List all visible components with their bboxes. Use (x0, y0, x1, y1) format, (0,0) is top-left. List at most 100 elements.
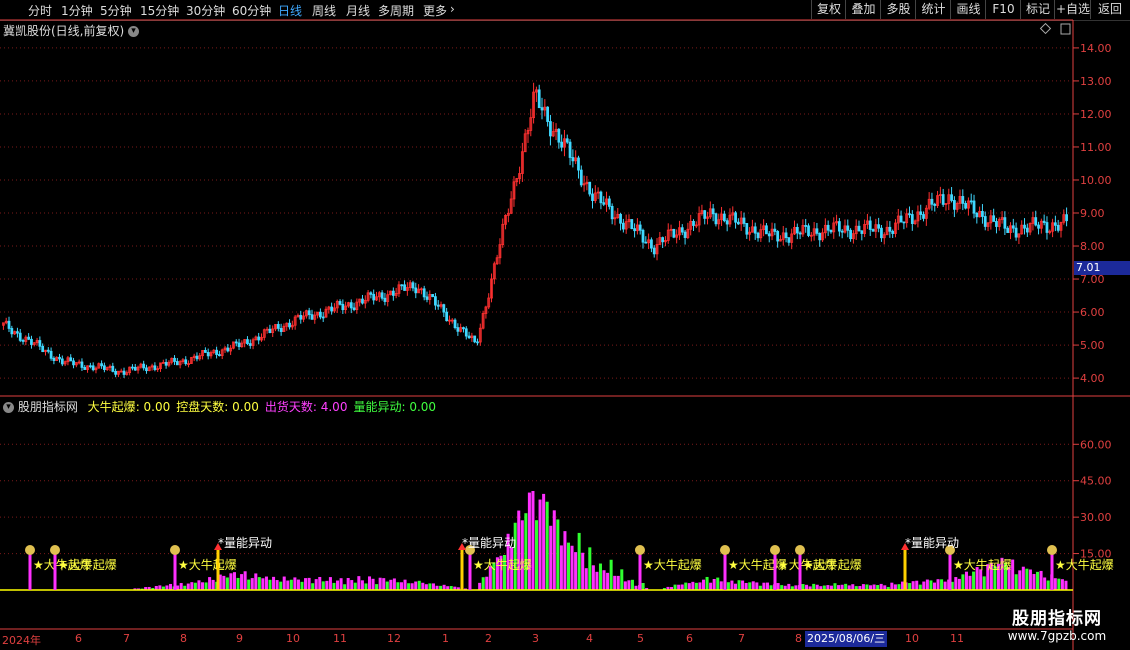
month-label-12: 5 (637, 632, 644, 645)
candle-body (630, 219, 634, 230)
candle-body (767, 233, 771, 237)
indicator-bar (840, 584, 844, 590)
candle-body (703, 210, 707, 219)
indicator-bar (364, 583, 368, 590)
indicator-bar (197, 580, 201, 590)
candle-body (661, 237, 665, 243)
price-axis-label: 6.00 (1080, 306, 1105, 319)
indicator-bar (268, 579, 272, 590)
field-label: 大牛起爆 (87, 400, 136, 414)
candle-body (1045, 222, 1049, 233)
indicator-bar (1025, 568, 1029, 590)
candle-body (725, 220, 729, 225)
bull-signal-label: ★大牛起爆 (1055, 557, 1114, 572)
candle-body (577, 157, 580, 171)
indicator-bar (304, 578, 308, 590)
price-axis-label: 9.00 (1080, 207, 1105, 220)
candle-body (908, 213, 911, 216)
indicator-bar (424, 584, 428, 590)
price-axis-label: 12.00 (1080, 108, 1112, 121)
candle-body (310, 314, 314, 320)
indicator-bar (524, 513, 528, 590)
candle-body (257, 336, 261, 341)
candle-body (826, 224, 830, 231)
indicator-bar (716, 577, 720, 590)
candle-body (206, 352, 210, 357)
candle-body (338, 301, 342, 305)
indicator-bar (321, 581, 325, 590)
candle-body (234, 341, 238, 344)
indicator-bar (325, 580, 329, 590)
indicator-bar (478, 582, 482, 590)
indicator-bar (918, 584, 922, 590)
indicator-bar (801, 584, 805, 590)
candle-body (922, 214, 925, 219)
indicator-bar (890, 582, 894, 590)
indicator-bar (552, 510, 556, 590)
indicator-bar (307, 577, 311, 590)
indicator-bar (1060, 579, 1064, 590)
indicator-field-0: 大牛起爆: 0.00 (87, 400, 171, 414)
candle-body (69, 357, 73, 362)
bull-signal-label: ★大牛起爆 (953, 557, 1012, 572)
indicator-title[interactable]: ▾ 股朋指标网 大牛起爆: 0.00 控盘天数: 0.00 出货天数: 4.00 量能… (3, 398, 436, 415)
candle-body (442, 304, 446, 313)
indicator-bar (733, 583, 738, 590)
indicator-bar (954, 577, 958, 590)
candle-body (52, 357, 56, 361)
indicator-bar (200, 582, 205, 590)
indicator-bar (531, 490, 535, 590)
indicator-bar (428, 583, 432, 590)
indicator-bar (250, 578, 254, 590)
indicator-bar (726, 582, 730, 590)
indicator-field-1: 控盘天数: 0.00 (176, 400, 259, 414)
indicator-bar (314, 579, 318, 590)
indicator-bar (272, 576, 276, 590)
indicator-bar (414, 581, 418, 590)
indicator-bar (1018, 570, 1022, 590)
candle-body (591, 193, 594, 201)
indicator-bar (389, 579, 393, 590)
candle-body (114, 370, 117, 375)
candle-body (431, 294, 434, 298)
indicator-bar (396, 582, 400, 590)
candle-body (557, 128, 561, 143)
volume-signal-label: *量能异动 (905, 536, 959, 550)
candle-body (919, 211, 923, 215)
candle-body (798, 232, 802, 235)
candle-body (829, 229, 833, 233)
candle-body (683, 231, 687, 238)
indicator-bar (378, 577, 382, 590)
candle-body (588, 181, 592, 195)
month-label-17: 10 (905, 632, 919, 645)
indicator-axis-label: 60.00 (1080, 438, 1112, 451)
candle-body (672, 228, 676, 238)
price-axis-label: 14.00 (1080, 42, 1112, 55)
month-label-5: 10 (286, 632, 300, 645)
money-bag-icon (770, 545, 780, 555)
candle-body (246, 339, 249, 344)
candle-body (103, 365, 106, 371)
indicator-bar (485, 576, 489, 590)
kline-chart[interactable]: 14.0013.0012.0011.0010.009.008.007.006.0… (0, 0, 1130, 650)
candle-body (16, 331, 19, 334)
indicator-bar (595, 571, 599, 590)
indicator-bar (737, 580, 741, 590)
candle-body (773, 228, 777, 232)
indicator-bar (240, 574, 244, 590)
indicator-bar (407, 583, 411, 590)
candle-body (226, 347, 230, 352)
indicator-bar (805, 584, 809, 590)
indicator-bar (627, 580, 631, 590)
candle-body (38, 340, 42, 347)
chevron-down-icon[interactable]: ▾ (3, 402, 14, 413)
indicator-bar (410, 583, 414, 590)
volume-signal-label: *量能异动 (218, 536, 272, 550)
candle-body (299, 314, 303, 320)
candle-body (992, 215, 996, 222)
candle-body (633, 228, 636, 232)
indicator-bar (343, 584, 347, 590)
indicator-bar (392, 578, 396, 590)
indicator-bar (563, 531, 567, 590)
indicator-bar (584, 568, 588, 590)
